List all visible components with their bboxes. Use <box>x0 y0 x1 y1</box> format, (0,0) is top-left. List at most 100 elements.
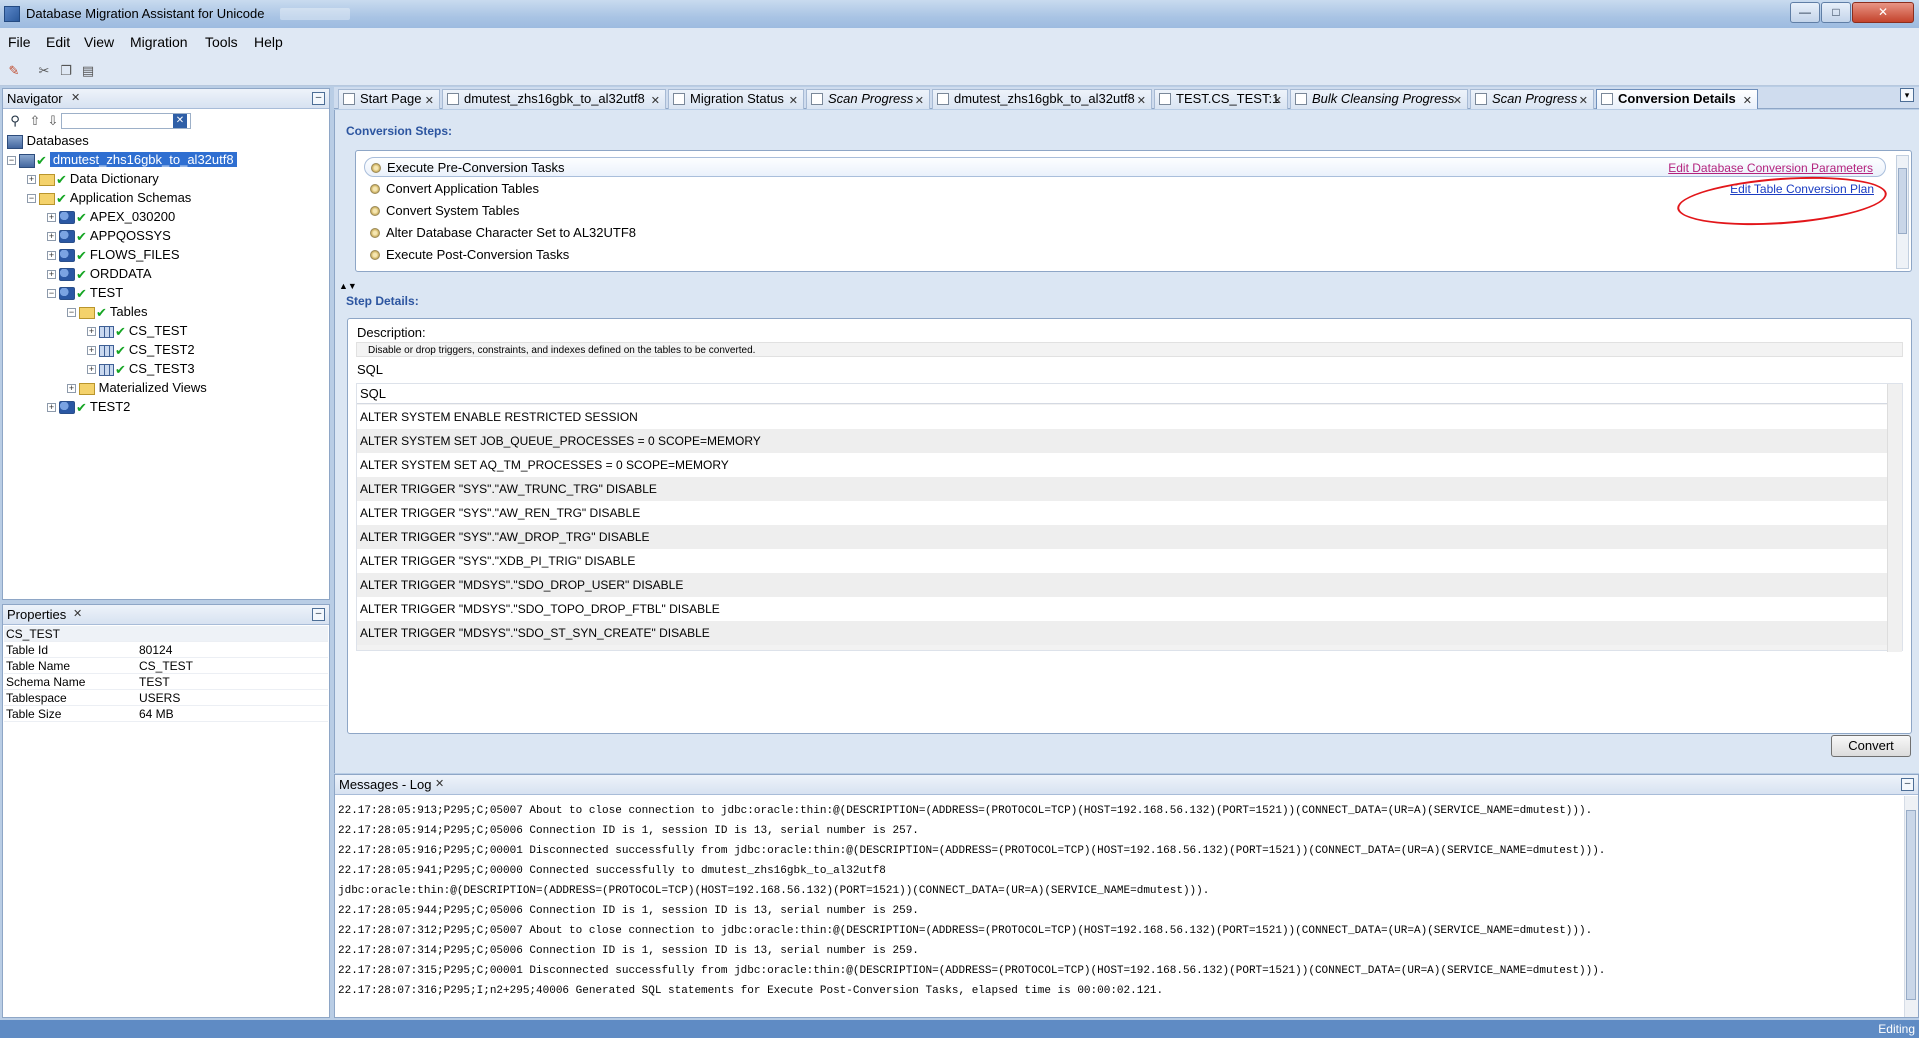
collapse-toggle[interactable]: − <box>67 308 76 318</box>
tab-close-icon[interactable]: ✕ <box>789 92 798 110</box>
menu-view[interactable]: View <box>84 34 114 50</box>
tree-item-database[interactable]: − ✔ dmutest_zhs16gbk_to_al32utf8 <box>7 151 237 169</box>
tab-close-icon[interactable]: ✕ <box>425 92 434 110</box>
tree-item-table-cs-test[interactable]: + ✔ CS_TEST <box>87 322 187 340</box>
minimize-button[interactable]: — <box>1790 2 1820 23</box>
new-connection-icon[interactable]: ✎ <box>6 63 22 79</box>
paste-icon[interactable]: ▤ <box>80 63 96 79</box>
tab-list-menu-icon[interactable]: ▾ <box>1900 88 1914 102</box>
tab-close-icon[interactable]: ✕ <box>1743 92 1752 110</box>
clear-search-icon[interactable]: ✕ <box>173 114 187 128</box>
table-row[interactable]: ALTER TRIGGER "MDSYS"."SDO_DROP_USER" DI… <box>357 573 1887 597</box>
tab-close-icon[interactable]: ✕ <box>651 92 660 110</box>
scroll-thumb[interactable] <box>1898 168 1907 234</box>
tab-bulk-cleansing-progress[interactable]: Bulk Cleansing Progress ✕ <box>1290 89 1468 109</box>
table-row[interactable]: ALTER TRIGGER "SYS"."AW_DROP_TRG" DISABL… <box>357 525 1887 549</box>
expand-toggle[interactable]: + <box>47 270 56 280</box>
table-row[interactable]: ALTER SYSTEM SET AQ_TM_PROCESSES = 0 SCO… <box>357 453 1887 477</box>
tree-item-table-cs-test3[interactable]: + ✔ CS_TEST3 <box>87 360 195 378</box>
tab-test-cs-test[interactable]: TEST.CS_TEST:1 ✕ <box>1154 89 1288 109</box>
steps-scrollbar[interactable] <box>1896 155 1909 269</box>
tree-item-application-schemas[interactable]: − ✔ Application Schemas <box>27 189 191 207</box>
expand-toggle[interactable]: + <box>47 251 56 261</box>
maximize-button[interactable]: □ <box>1821 2 1851 23</box>
convert-button[interactable]: Convert <box>1831 735 1911 757</box>
step-execute-post-conversion[interactable]: Execute Post-Conversion Tasks <box>364 245 1886 265</box>
edit-database-conversion-parameters-link[interactable]: Edit Database Conversion Parameters <box>1668 158 1873 178</box>
tree-item-schema-test2[interactable]: + ✔ TEST2 <box>47 398 130 416</box>
tree-item-data-dictionary[interactable]: + ✔ Data Dictionary <box>27 170 159 188</box>
table-row[interactable]: ALTER SYSTEM SET JOB_QUEUE_PROCESSES = 0… <box>357 429 1887 453</box>
tree-item-schema-apex[interactable]: + ✔ APEX_030200 <box>47 208 175 226</box>
tab-scan-progress-2[interactable]: Scan Progress ✕ <box>1470 89 1594 109</box>
menu-file[interactable]: File <box>8 34 31 50</box>
table-row[interactable]: ALTER SYSTEM ENABLE RESTRICTED SESSION <box>357 405 1887 429</box>
properties-minimize-icon[interactable]: – <box>312 608 325 621</box>
table-row[interactable]: ALTER TRIGGER "MDSYS"."SDO_TOPO_DROP_FTB… <box>357 597 1887 621</box>
navigator-close-icon[interactable]: ✕ <box>71 91 80 104</box>
messages-minimize-icon[interactable]: – <box>1901 778 1914 791</box>
menu-edit[interactable]: Edit <box>46 34 70 50</box>
navigator-search-input[interactable] <box>61 113 191 129</box>
tab-close-icon[interactable]: ✕ <box>1273 92 1282 110</box>
navigator-tab[interactable]: Navigator <box>7 91 63 106</box>
expand-toggle[interactable]: + <box>47 232 56 242</box>
tab-close-icon[interactable]: ✕ <box>1453 92 1462 110</box>
expand-toggle[interactable]: + <box>47 213 56 223</box>
sql-scrollbar[interactable] <box>1887 384 1902 652</box>
table-row[interactable]: ALTER TRIGGER "SYS"."AW_TRUNC_TRG" DISAB… <box>357 477 1887 501</box>
tree-databases-root[interactable]: Databases <box>7 132 89 150</box>
collapse-toggle[interactable]: − <box>27 194 36 204</box>
table-row[interactable]: ALTER TRIGGER "SYS"."XDB_PI_TRIG" DISABL… <box>357 549 1887 573</box>
up-arrow-icon[interactable]: ⇧ <box>27 113 43 129</box>
sql-column-header[interactable]: SQL <box>357 384 1887 404</box>
progress-icon <box>1475 93 1487 105</box>
down-arrow-icon[interactable]: ⇩ <box>45 113 61 129</box>
tab-migration-status[interactable]: Migration Status ✕ <box>668 89 804 109</box>
tree-item-schema-test[interactable]: − ✔ TEST <box>47 284 123 302</box>
table-row[interactable]: ALTER TRIGGER "MDSYS"."SDO_ST_SYN_CREATE… <box>357 621 1887 645</box>
collapse-toggle[interactable]: − <box>47 289 56 299</box>
tab-close-icon[interactable]: ✕ <box>915 92 924 110</box>
collapse-toggle[interactable]: − <box>7 156 16 166</box>
properties-close-icon[interactable]: ✕ <box>73 607 82 620</box>
messages-close-icon[interactable]: ✕ <box>435 777 444 790</box>
properties-tab[interactable]: Properties <box>7 607 66 622</box>
tab-conversion-details[interactable]: Conversion Details ✕ <box>1596 89 1758 109</box>
tree-item-schema-flows-files[interactable]: + ✔ FLOWS_FILES <box>47 246 179 264</box>
navigator-minimize-icon[interactable]: – <box>312 92 325 105</box>
tab-close-icon[interactable]: ✕ <box>1579 92 1588 110</box>
tree-item-schema-orddata[interactable]: + ✔ ORDDATA <box>47 265 152 283</box>
messages-scrollbar[interactable] <box>1904 796 1918 1017</box>
expand-toggle[interactable]: + <box>87 327 96 337</box>
tab-start-page[interactable]: Start Page ✕ <box>338 89 440 109</box>
expand-toggle[interactable]: + <box>87 346 96 356</box>
expand-toggle[interactable]: + <box>67 384 76 394</box>
messages-tab[interactable]: Messages - Log <box>339 777 432 792</box>
tab-scan-progress[interactable]: Scan Progress ✕ <box>806 89 930 109</box>
scroll-thumb[interactable] <box>1906 810 1916 1000</box>
close-button[interactable]: ✕ <box>1852 2 1914 23</box>
step-convert-application-tables[interactable]: Convert Application Tables Edit Table Co… <box>364 179 1886 199</box>
menu-help[interactable]: Help <box>254 34 283 50</box>
tab-database[interactable]: dmutest_zhs16gbk_to_al32utf8 ✕ <box>442 89 666 109</box>
expand-toggle[interactable]: + <box>47 403 56 413</box>
tab-close-icon[interactable]: ✕ <box>1137 92 1146 110</box>
menu-tools[interactable]: Tools <box>205 34 238 50</box>
copy-icon[interactable]: ❐ <box>58 63 74 79</box>
splitter-arrows-icon[interactable]: ▲▼ <box>339 281 357 291</box>
menu-migration[interactable]: Migration <box>130 34 188 50</box>
cut-icon[interactable]: ✂ <box>36 63 52 79</box>
step-execute-pre-conversion[interactable]: Execute Pre-Conversion Tasks Edit Databa… <box>364 157 1886 177</box>
step-alter-character-set[interactable]: Alter Database Character Set to AL32UTF8 <box>364 223 1886 243</box>
tree-item-tables[interactable]: − ✔ Tables <box>67 303 147 321</box>
binoculars-icon[interactable]: ⚲ <box>7 113 23 129</box>
tree-item-schema-appqossys[interactable]: + ✔ APPQOSSYS <box>47 227 171 245</box>
expand-toggle[interactable]: + <box>27 175 36 185</box>
tree-item-table-cs-test2[interactable]: + ✔ CS_TEST2 <box>87 341 195 359</box>
step-convert-system-tables[interactable]: Convert System Tables <box>364 201 1886 221</box>
tab-database-2[interactable]: dmutest_zhs16gbk_to_al32utf8 ✕ <box>932 89 1152 109</box>
table-row[interactable]: ALTER TRIGGER "SYS"."AW_REN_TRG" DISABLE <box>357 501 1887 525</box>
tree-item-materialized-views[interactable]: + Materialized Views <box>67 379 207 397</box>
expand-toggle[interactable]: + <box>87 365 96 375</box>
